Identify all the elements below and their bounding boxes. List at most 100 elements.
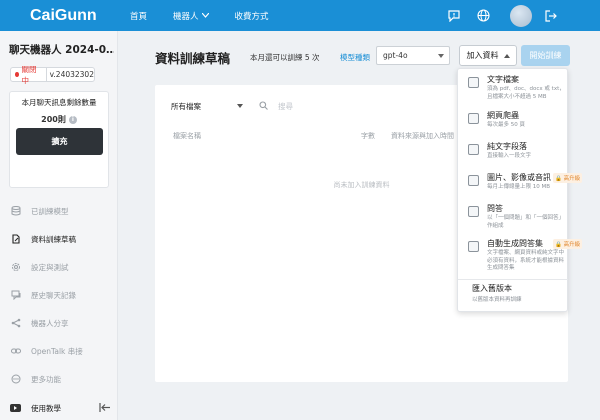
page-title: 資料訓練草稿 bbox=[155, 51, 231, 66]
import-old-version-label[interactable]: 匯入舊版本 bbox=[472, 283, 512, 294]
gear-icon bbox=[11, 262, 21, 272]
dropdown-item-label: 圖片、影像或音訊 bbox=[487, 173, 551, 182]
top-navbar: CaiGunn 首頁 機器人 收費方式 bbox=[0, 0, 600, 31]
nav-home[interactable]: 首頁 bbox=[130, 10, 147, 22]
start-training-button[interactable]: 開始訓練 bbox=[521, 45, 570, 66]
logout-icon[interactable] bbox=[544, 9, 558, 23]
youtube-icon bbox=[10, 404, 21, 412]
chat-icon bbox=[11, 290, 21, 300]
add-data-label: 加入資料 bbox=[466, 51, 499, 60]
quota-value: 200則 bbox=[41, 115, 66, 124]
avatar[interactable] bbox=[510, 4, 532, 27]
status-dot-icon bbox=[15, 72, 20, 77]
model-select[interactable]: gpt-4o bbox=[376, 46, 450, 65]
dropdown-item-desc: 文字檔案、網頁資料或純文字中必須有資料，系統才能根據資料生成問答集 bbox=[487, 250, 565, 271]
nav-bots[interactable]: 機器人 bbox=[173, 10, 209, 22]
sidebar-item-training-draft[interactable]: 資料訓練草稿 bbox=[0, 225, 118, 253]
status-text: 關閉中 bbox=[21, 64, 37, 85]
quota-title: 本月聊天訊息剩餘數量 bbox=[21, 98, 97, 107]
sidebar-item-share[interactable]: 機器人分享 bbox=[0, 309, 118, 337]
model-select-value: gpt-4o bbox=[383, 51, 408, 60]
image-icon bbox=[468, 175, 479, 186]
upgrade-badge: 🔒 高升級 bbox=[553, 239, 583, 249]
info-icon[interactable]: i bbox=[68, 115, 77, 124]
sidebar-item-history[interactable]: 歷史聊天記錄 bbox=[0, 281, 118, 309]
globe-icon[interactable] bbox=[476, 9, 490, 23]
chevron-up-icon bbox=[503, 53, 510, 58]
version-label: v.24032302 bbox=[49, 70, 94, 79]
status-badge: 關閉中 v.24032302 bbox=[10, 65, 95, 85]
add-data-button[interactable]: 加入資料 bbox=[459, 45, 517, 66]
filter-value: 所有檔案 bbox=[171, 101, 201, 111]
dropdown-item-media[interactable]: 圖片、影像或音訊 🔒 高升級 每月上傳總量上限 10 MB bbox=[458, 171, 583, 197]
dropdown-item-web-crawler[interactable]: 網頁爬蟲 每次最多 50 頁 bbox=[458, 109, 568, 135]
dropdown-item-label: 問答 bbox=[487, 204, 503, 213]
dropdown-item-label: 自動生成問答集 bbox=[487, 239, 543, 248]
dropdown-item-plain-text[interactable]: 純文字段落 直接輸入一段文字 bbox=[458, 140, 568, 166]
sidebar-item-label: 資料訓練草稿 bbox=[31, 234, 76, 244]
quota-value-row: 200則 i bbox=[10, 114, 108, 125]
auto-qa-icon bbox=[468, 241, 479, 252]
column-header-source: 資料來源與加入時間 bbox=[391, 132, 454, 140]
status-divider bbox=[45, 67, 47, 82]
nav-home-label: 首頁 bbox=[130, 11, 148, 22]
upgrade-badge: 🔒 高升級 bbox=[553, 173, 583, 183]
sidebar-menu: 已訓練模型 資料訓練草稿 設定與測試 歷史聊天記錄 機器人分享 OpenTalk… bbox=[0, 197, 118, 393]
column-header-filename: 檔案名稱 bbox=[173, 132, 201, 140]
share-icon bbox=[11, 318, 21, 328]
dropdown-item-desc: 以「一個問題」和「一個回答」作組成 bbox=[487, 215, 565, 229]
nav-bots-label: 機器人 bbox=[173, 11, 199, 22]
link-icon bbox=[468, 113, 479, 124]
dropdown-item-label: 網頁爬蟲 bbox=[487, 111, 519, 120]
sidebar-item-label: 機器人分享 bbox=[31, 318, 69, 328]
feedback-icon[interactable] bbox=[447, 9, 461, 23]
file-filter-select[interactable]: 所有檔案 bbox=[169, 97, 247, 115]
document-edit-icon bbox=[11, 234, 21, 244]
search-input[interactable]: 搜尋 bbox=[257, 97, 417, 115]
bot-title: 聊天機器人 2024-0… bbox=[9, 44, 114, 56]
sidebar-item-label: 已訓練模型 bbox=[31, 206, 69, 216]
more-icon bbox=[11, 374, 21, 384]
expand-button[interactable]: 擴充 bbox=[16, 128, 103, 155]
collapse-sidebar-icon[interactable] bbox=[99, 403, 110, 414]
dropdown-divider bbox=[458, 279, 568, 280]
dropdown-item-label: 純文字段落 bbox=[487, 142, 527, 151]
import-old-version-desc: 以舊版本資料再訓練 bbox=[472, 297, 522, 303]
sidebar: 聊天機器人 2024-0… 關閉中 v.24032302 本月聊天訊息剩餘數量 … bbox=[0, 31, 118, 420]
quota-card: 本月聊天訊息剩餘數量 200則 i 擴充 bbox=[9, 91, 109, 188]
chevron-down-icon bbox=[237, 104, 243, 108]
sidebar-item-label: 設定與測試 bbox=[31, 262, 69, 272]
link-icon bbox=[11, 346, 21, 356]
dropdown-item-desc: 直接輸入一段文字 bbox=[487, 153, 532, 159]
qa-icon bbox=[468, 206, 479, 217]
dropdown-item-text-file[interactable]: 文字檔案 須為 pdf、doc、docx 或 txt，且檔案大小不超過 5 MB bbox=[458, 73, 568, 103]
model-type-label: 模型種類 bbox=[340, 53, 370, 62]
tutorial-link[interactable]: 使用教學 bbox=[0, 396, 118, 420]
search-icon bbox=[259, 100, 268, 112]
chevron-down-icon bbox=[438, 53, 444, 58]
sidebar-item-label: 歷史聊天記錄 bbox=[31, 290, 76, 300]
column-header-wordcount: 字數 bbox=[361, 132, 375, 140]
sidebar-item-trained-models[interactable]: 已訓練模型 bbox=[0, 197, 118, 225]
dropdown-item-auto-qa[interactable]: 自動生成問答集 🔒 高升級 文字檔案、網頁資料或純文字中必須有資料，系統才能根據… bbox=[458, 237, 583, 275]
dropdown-item-label: 文字檔案 bbox=[487, 75, 519, 84]
file-icon bbox=[468, 77, 479, 88]
dropdown-item-desc: 每次最多 50 頁 bbox=[487, 122, 525, 128]
database-icon bbox=[11, 206, 21, 216]
nav-pricing[interactable]: 收費方式 bbox=[235, 10, 269, 22]
dropdown-item-qa[interactable]: 問答 以「一個問題」和「一個回答」作組成 bbox=[458, 202, 568, 232]
nav-pricing-label: 收費方式 bbox=[234, 11, 269, 22]
dropdown-item-desc: 每月上傳總量上限 10 MB bbox=[487, 184, 551, 190]
train-remaining-note: 本月還可以訓練 5 次 bbox=[250, 53, 320, 62]
sidebar-item-label: OpenTalk 串接 bbox=[31, 346, 83, 356]
logo[interactable]: CaiGunn bbox=[30, 7, 130, 25]
search-placeholder: 搜尋 bbox=[278, 101, 293, 111]
sidebar-item-label: 更多功能 bbox=[31, 374, 61, 384]
chevron-down-icon bbox=[201, 13, 209, 18]
text-icon bbox=[468, 144, 479, 155]
sidebar-item-settings[interactable]: 設定與測試 bbox=[0, 253, 118, 281]
add-data-dropdown: 文字檔案 須為 pdf、doc、docx 或 txt，且檔案大小不超過 5 MB… bbox=[457, 68, 583, 312]
tutorial-label: 使用教學 bbox=[31, 403, 61, 413]
sidebar-item-more[interactable]: 更多功能 bbox=[0, 365, 118, 393]
sidebar-item-opentalk[interactable]: OpenTalk 串接 bbox=[0, 337, 118, 365]
